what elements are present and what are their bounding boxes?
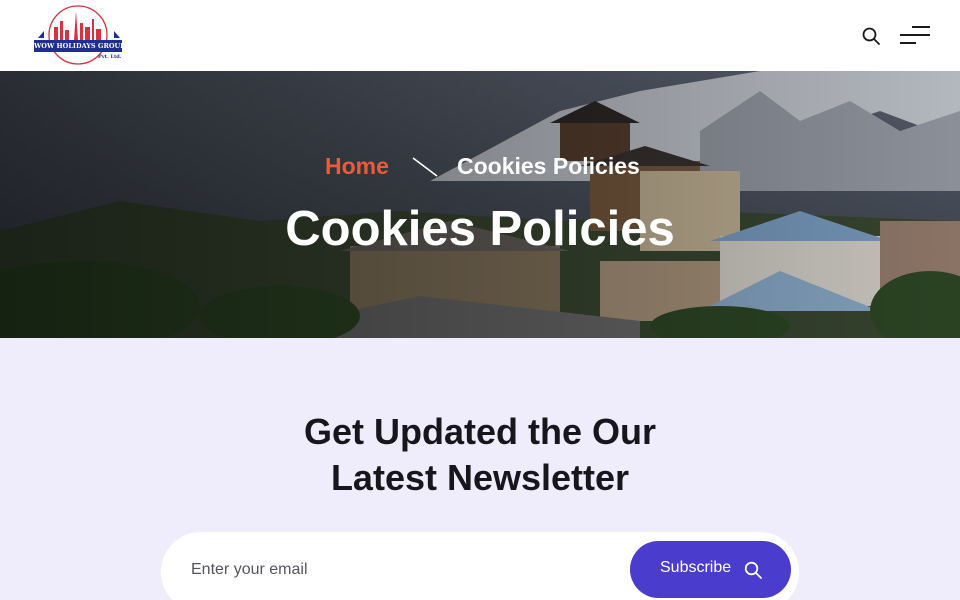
logo-subtext: Pvt. Ltd.	[98, 54, 122, 60]
page-banner: Home Cookies Policies Cookies Policies	[0, 71, 960, 338]
newsletter-heading-line2: Latest Newsletter	[330, 457, 630, 498]
site-logo[interactable]: WOW HOLIDAYS GROUP Pvt. Ltd.	[34, 5, 126, 67]
breadcrumb-current: Cookies Policies	[457, 153, 640, 179]
subscribe-label: Subscribe	[660, 559, 732, 576]
hamburger-menu-icon	[900, 26, 930, 44]
newsletter-heading-line1: Get Updated the Our	[303, 411, 657, 452]
site-header: WOW HOLIDAYS GROUP Pvt. Ltd.	[0, 0, 960, 71]
email-input[interactable]	[191, 550, 611, 590]
slash-separator-icon	[412, 157, 438, 177]
search-icon	[744, 561, 762, 579]
menu-button[interactable]	[896, 24, 932, 48]
newsletter-heading: Get Updated the Our Latest Newsletter	[0, 409, 960, 501]
search-button[interactable]	[860, 25, 882, 47]
search-icon	[862, 27, 880, 45]
logo-text: WOW HOLIDAYS GROUP	[34, 40, 122, 52]
page-title: Cookies Policies	[285, 202, 675, 256]
newsletter-form: Subscribe	[161, 532, 799, 600]
subscribe-button[interactable]: Subscribe	[630, 541, 791, 598]
breadcrumb: Home Cookies Policies	[0, 151, 960, 183]
breadcrumb-home-link[interactable]: Home	[325, 151, 389, 181]
